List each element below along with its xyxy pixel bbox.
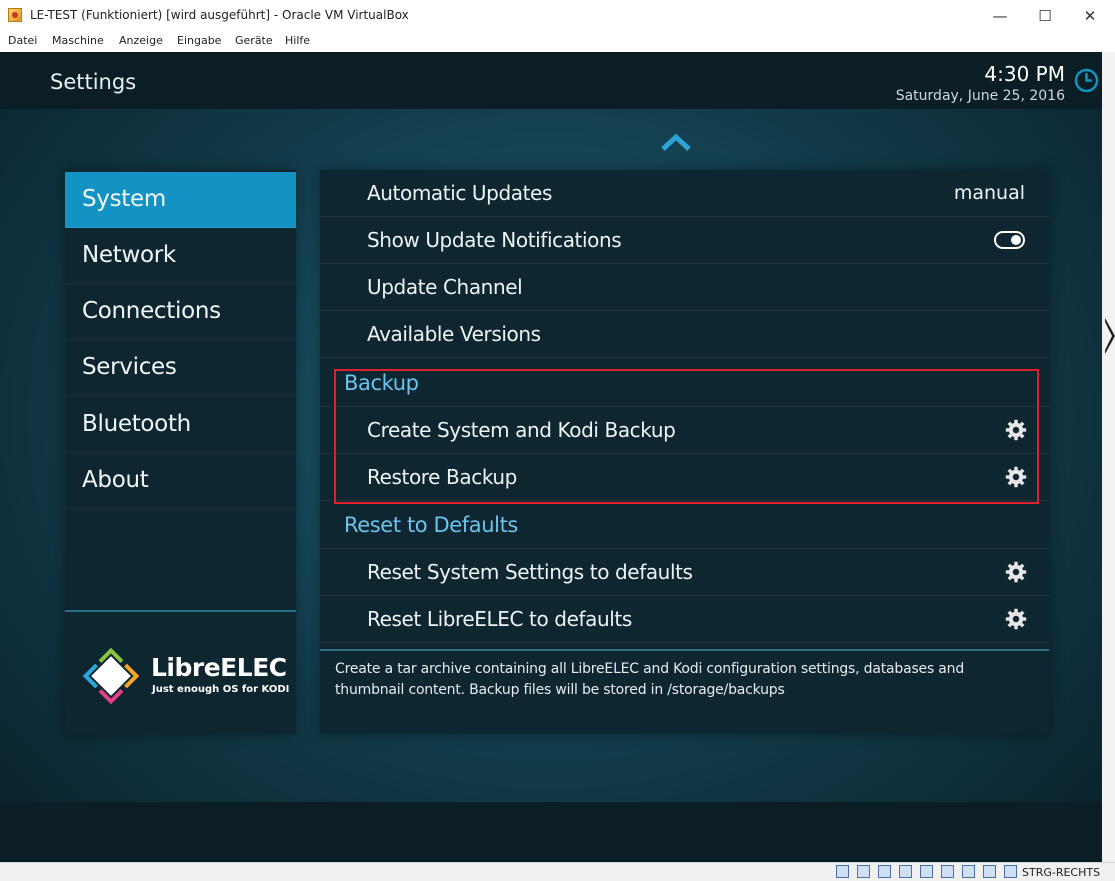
display-icon[interactable] xyxy=(962,865,975,878)
menu-bar: Datei Maschine Anzeige Eingabe Geräte Hi… xyxy=(0,31,1115,52)
cursor-arrow-icon xyxy=(1105,318,1115,354)
virtualbox-app-icon xyxy=(8,8,22,22)
audio-icon[interactable] xyxy=(878,865,891,878)
guest-screen: Settings 4:30 PM Saturday, June 25, 2016… xyxy=(0,52,1102,862)
close-button[interactable]: ✕ xyxy=(1067,0,1113,31)
network-icon[interactable] xyxy=(899,865,912,878)
sidebar-item-network[interactable]: Network xyxy=(65,228,296,284)
gear-icon xyxy=(1005,608,1027,630)
clock-time: 4:30 PM xyxy=(984,62,1065,86)
usb-icon[interactable] xyxy=(920,865,933,878)
vm-status-bar: STRG-RECHTS xyxy=(0,862,1115,881)
panel-divider xyxy=(320,649,1049,651)
bottom-bar xyxy=(0,802,1102,862)
optical-drive-icon[interactable] xyxy=(857,865,870,878)
setting-value: manual xyxy=(953,182,1025,204)
shared-folders-icon[interactable] xyxy=(941,865,954,878)
setting-reset-system[interactable]: Reset System Settings to defaults xyxy=(320,549,1049,596)
hard-disk-icon[interactable] xyxy=(836,865,849,878)
setting-available-versions[interactable]: Available Versions xyxy=(320,311,1049,358)
recording-icon[interactable] xyxy=(983,865,996,878)
section-label: Reset to Defaults xyxy=(344,513,518,537)
section-header-reset: Reset to Defaults xyxy=(320,502,1049,549)
logo-name: LibreELEC xyxy=(151,653,287,682)
menu-eingabe[interactable]: Eingabe xyxy=(177,34,221,47)
sidebar-item-label: System xyxy=(82,186,166,212)
gear-icon xyxy=(1005,561,1027,583)
category-sidebar: System Network Connections Services Blue… xyxy=(65,170,296,734)
setting-reset-libreelec[interactable]: Reset LibreELEC to defaults xyxy=(320,596,1049,643)
menu-datei[interactable]: Datei xyxy=(8,34,37,47)
sidebar-item-bluetooth[interactable]: Bluetooth xyxy=(65,397,296,453)
host-key-label: STRG-RECHTS xyxy=(1022,866,1101,879)
menu-hilfe[interactable]: Hilfe xyxy=(285,34,310,47)
window-right-strip xyxy=(1102,52,1115,862)
logo-tagline: Just enough OS for KODI xyxy=(152,684,290,695)
setting-label: Show Update Notifications xyxy=(367,228,622,252)
libreelec-logo-icon xyxy=(81,646,141,706)
menu-anzeige[interactable]: Anzeige xyxy=(119,34,163,47)
setting-automatic-updates[interactable]: Automatic Updates manual xyxy=(320,170,1049,217)
sidebar-item-label: Services xyxy=(82,354,177,380)
setting-label: Update Channel xyxy=(367,275,523,299)
clock-icon xyxy=(1074,68,1099,93)
setting-label: Reset LibreELEC to defaults xyxy=(367,607,632,631)
setting-label: Automatic Updates xyxy=(367,181,552,205)
page-title: Settings xyxy=(50,70,137,94)
sidebar-item-about[interactable]: About xyxy=(65,453,296,509)
sidebar-item-label: Bluetooth xyxy=(82,411,191,437)
toggle-switch[interactable] xyxy=(994,231,1025,249)
window-title: LE-TEST (Funktioniert) [wird ausgeführt]… xyxy=(30,8,409,22)
sidebar-item-connections[interactable]: Connections xyxy=(65,284,296,340)
setting-label: Reset System Settings to defaults xyxy=(367,560,693,584)
maximize-button[interactable]: ☐ xyxy=(1022,0,1068,31)
setting-description: Create a tar archive containing all Libr… xyxy=(335,661,965,698)
top-bar: Settings 4:30 PM Saturday, June 25, 2016 xyxy=(0,52,1102,109)
sidebar-item-label: About xyxy=(82,467,149,493)
scroll-up-arrow-icon[interactable] xyxy=(660,132,692,152)
libreelec-logo: LibreELEC Just enough OS for KODI xyxy=(81,646,291,706)
setting-update-channel[interactable]: Update Channel xyxy=(320,264,1049,311)
minimize-button[interactable]: — xyxy=(977,0,1023,31)
sidebar-item-services[interactable]: Services xyxy=(65,340,296,396)
sidebar-item-label: Connections xyxy=(82,298,221,324)
sidebar-item-system[interactable]: System xyxy=(65,172,296,228)
backup-highlight-box xyxy=(334,369,1039,504)
mouse-integration-icon[interactable] xyxy=(1004,865,1017,878)
setting-label: Available Versions xyxy=(367,322,541,346)
menu-maschine[interactable]: Maschine xyxy=(52,34,104,47)
setting-show-update-notifications[interactable]: Show Update Notifications xyxy=(320,217,1049,264)
window-titlebar: LE-TEST (Funktioniert) [wird ausgeführt]… xyxy=(0,0,1115,31)
sidebar-item-label: Network xyxy=(82,242,176,268)
sidebar-divider xyxy=(65,610,296,612)
menu-geraete[interactable]: Geräte xyxy=(235,34,273,47)
clock-date: Saturday, June 25, 2016 xyxy=(895,88,1065,104)
